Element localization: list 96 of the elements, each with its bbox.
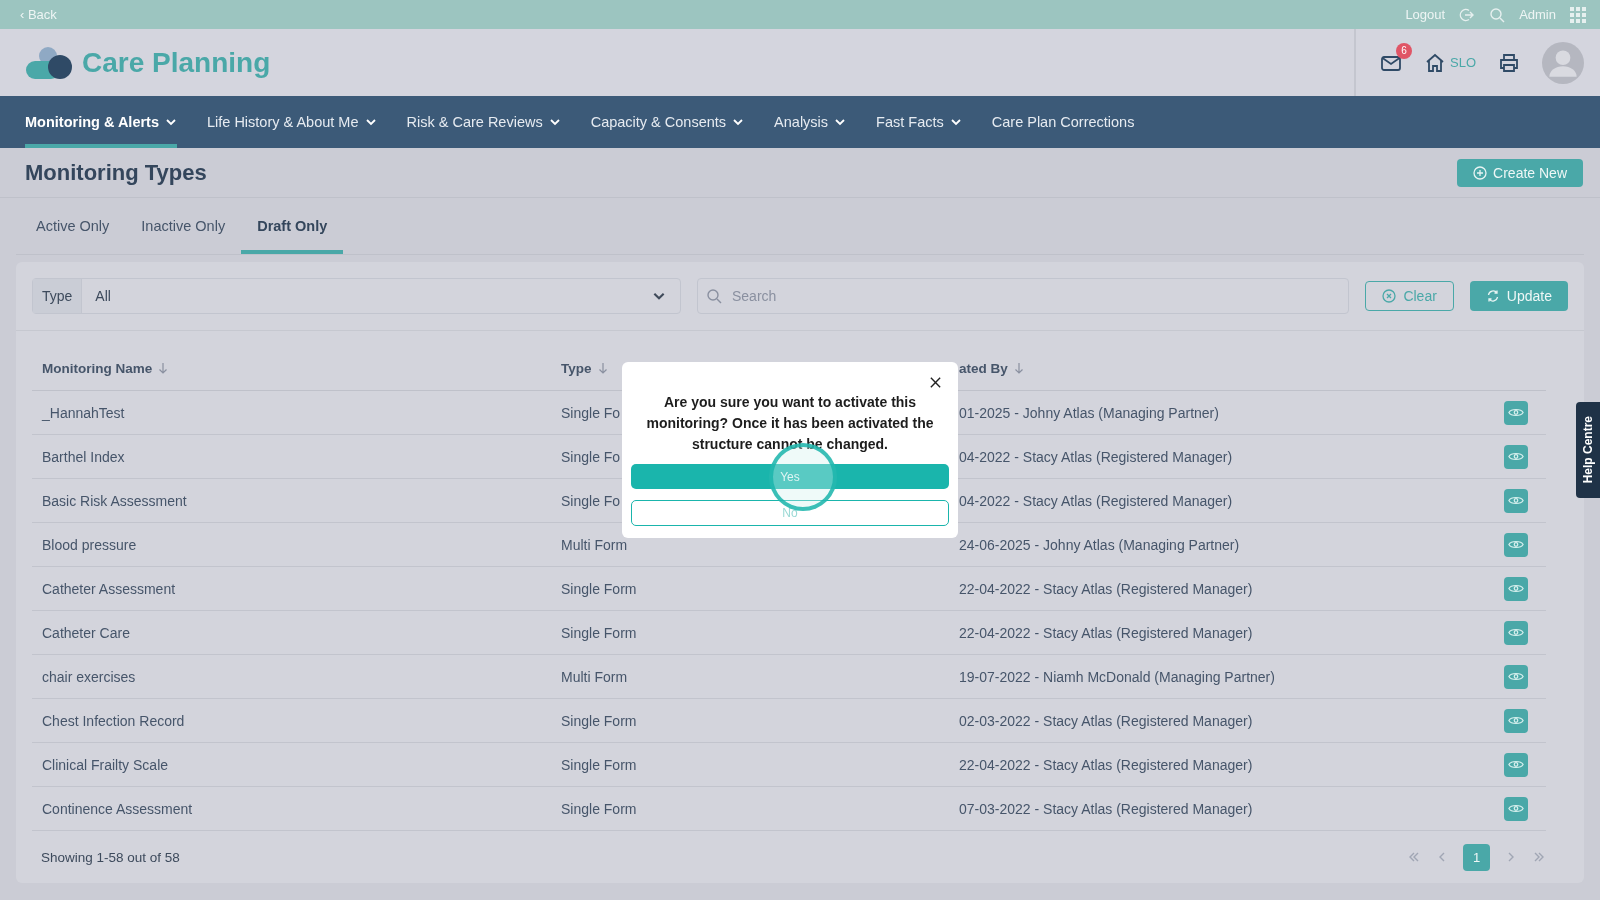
table-cell: 04-2022 - Stacy Atlas (Registered Manager) — [959, 492, 1233, 509]
nav-menu-item[interactable]: Risk & Care Reviews — [406, 96, 561, 148]
view-button[interactable] — [1504, 400, 1528, 425]
chevron-down-icon[interactable] — [732, 116, 745, 128]
page-button[interactable]: 1 — [1463, 843, 1490, 871]
column-header[interactable]: Monitoring Name — [42, 360, 153, 376]
page-title: Monitoring Types — [25, 159, 207, 186]
eye-icon[interactable] — [1508, 759, 1524, 770]
first-page-icon[interactable] — [1407, 850, 1421, 864]
table-cell: Single Form — [561, 624, 637, 641]
view-button[interactable] — [1504, 708, 1528, 733]
results-summary: Showing 1-58 out of 58 — [41, 849, 180, 865]
avatar-icon[interactable] — [1542, 41, 1584, 84]
view-button[interactable] — [1504, 620, 1528, 645]
sort-arrow-icon[interactable] — [597, 362, 608, 374]
nav-menu-item[interactable]: Fast Facts — [876, 96, 962, 148]
eye-icon[interactable] — [1508, 671, 1524, 682]
filter-tab[interactable]: Inactive Only — [125, 218, 242, 254]
filter-tab[interactable]: Active Only — [20, 218, 126, 254]
table-cell: Basic Risk Assessment — [42, 492, 187, 509]
table-cell: Catheter Care — [42, 624, 130, 641]
nav-menu-item[interactable]: Capacity & Consents — [590, 96, 745, 148]
chevron-down-icon[interactable] — [548, 116, 561, 128]
eye-icon[interactable] — [1508, 715, 1524, 726]
table-cell: Single Form — [561, 800, 637, 817]
view-button[interactable] — [1504, 444, 1528, 469]
view-button[interactable] — [1504, 488, 1528, 513]
column-header[interactable]: Type — [561, 360, 592, 376]
sort-arrow-icon[interactable] — [1013, 362, 1024, 374]
table-cell: 02-03-2022 - Stacy Atlas (Registered Manager) — [959, 712, 1253, 729]
update-button[interactable]: Update — [1469, 281, 1568, 311]
eye-icon[interactable] — [1508, 407, 1524, 418]
clear-circle-icon[interactable] — [1382, 289, 1397, 303]
table-cell: 22-04-2022 - Stacy Atlas (Registered Manager) — [959, 756, 1253, 773]
view-button[interactable] — [1504, 532, 1528, 557]
table-cell: Single Form — [561, 756, 637, 773]
view-button[interactable] — [1504, 664, 1528, 689]
table-cell: 19-07-2022 - Niamh McDonald (Managing Partner) — [959, 668, 1275, 685]
search-icon[interactable] — [706, 288, 722, 304]
table-cell: 24-06-2025 - Johny Atlas (Managing Partner) — [959, 536, 1240, 553]
app-title: Care Planning — [82, 46, 271, 79]
eye-icon[interactable] — [1508, 495, 1524, 506]
table-cell: Clinical Frailty Scale — [42, 756, 169, 773]
eye-icon[interactable] — [1508, 583, 1524, 594]
table-cell: 22-04-2022 - Stacy Atlas (Registered Manager) — [959, 624, 1253, 641]
table-cell: chair exercises — [42, 668, 136, 685]
table-cell: 07-03-2022 - Stacy Atlas (Registered Manager) — [959, 800, 1253, 817]
type-select[interactable]: Type All — [32, 278, 681, 314]
filter-tab[interactable]: Draft Only — [241, 218, 344, 254]
logout-icon[interactable] — [1459, 6, 1476, 23]
close-icon[interactable] — [929, 376, 942, 389]
table-cell: Single Form — [561, 712, 637, 729]
table-cell: 04-2022 - Stacy Atlas (Registered Manager) — [959, 448, 1233, 465]
eye-icon[interactable] — [1508, 451, 1524, 462]
apps-grid-icon[interactable] — [1570, 6, 1586, 23]
chevron-down-icon[interactable] — [834, 116, 847, 128]
chevron-down-icon[interactable] — [949, 116, 962, 128]
table-cell: Multi Form — [561, 536, 628, 553]
table-cell: Blood pressure — [42, 536, 137, 553]
table-cell: Single Fo — [561, 404, 621, 421]
table-cell: Multi Form — [561, 668, 628, 685]
view-button[interactable] — [1504, 752, 1528, 777]
table-cell: 22-04-2022 - Stacy Atlas (Registered Manager) — [959, 580, 1253, 597]
table-cell: Single Fo — [561, 492, 621, 509]
logo-icon — [24, 44, 72, 81]
table-cell: _HannahTest — [42, 404, 125, 421]
table-cell: Chest Infection Record — [42, 712, 185, 729]
column-header[interactable]: ated By — [959, 360, 1008, 376]
sort-arrow-icon[interactable] — [158, 362, 169, 374]
table-cell: Catheter Assessment — [42, 580, 176, 597]
nav-menu-item[interactable]: Life History & About Me — [207, 96, 377, 148]
chevron-down-icon[interactable] — [165, 116, 177, 128]
printer-icon[interactable] — [1498, 51, 1520, 74]
plus-circle-icon[interactable] — [1473, 165, 1488, 180]
home-icon[interactable] — [1424, 51, 1446, 74]
last-page-icon[interactable] — [1532, 850, 1546, 864]
table-cell: 01-2025 - Johny Atlas (Managing Partner) — [959, 404, 1219, 421]
view-button[interactable] — [1504, 576, 1528, 601]
search-field[interactable]: Search — [697, 278, 1350, 314]
table-cell: Single Fo — [561, 448, 621, 465]
notification-badge: 6 — [1396, 42, 1412, 59]
eye-icon[interactable] — [1508, 803, 1524, 814]
create-new-button[interactable]: Create New — [1457, 158, 1583, 187]
eye-icon[interactable] — [1508, 627, 1524, 638]
chevron-down-icon[interactable] — [364, 116, 377, 128]
table-cell: Continence Assessment — [42, 800, 193, 817]
table-cell: Barthel Index — [42, 448, 125, 465]
search-icon[interactable] — [1489, 6, 1506, 23]
table-cell: Single Form — [561, 580, 637, 597]
nav-menu-item[interactable]: Analysis — [774, 96, 847, 148]
nav-menu-item[interactable]: Monitoring & Alerts — [25, 96, 177, 148]
help-centre-tab[interactable]: Help Centre — [1576, 402, 1600, 498]
nav-menu-item[interactable]: Care Plan Corrections — [991, 96, 1135, 148]
view-button[interactable] — [1504, 796, 1528, 821]
eye-icon[interactable] — [1508, 539, 1524, 550]
refresh-icon[interactable] — [1485, 289, 1500, 303]
